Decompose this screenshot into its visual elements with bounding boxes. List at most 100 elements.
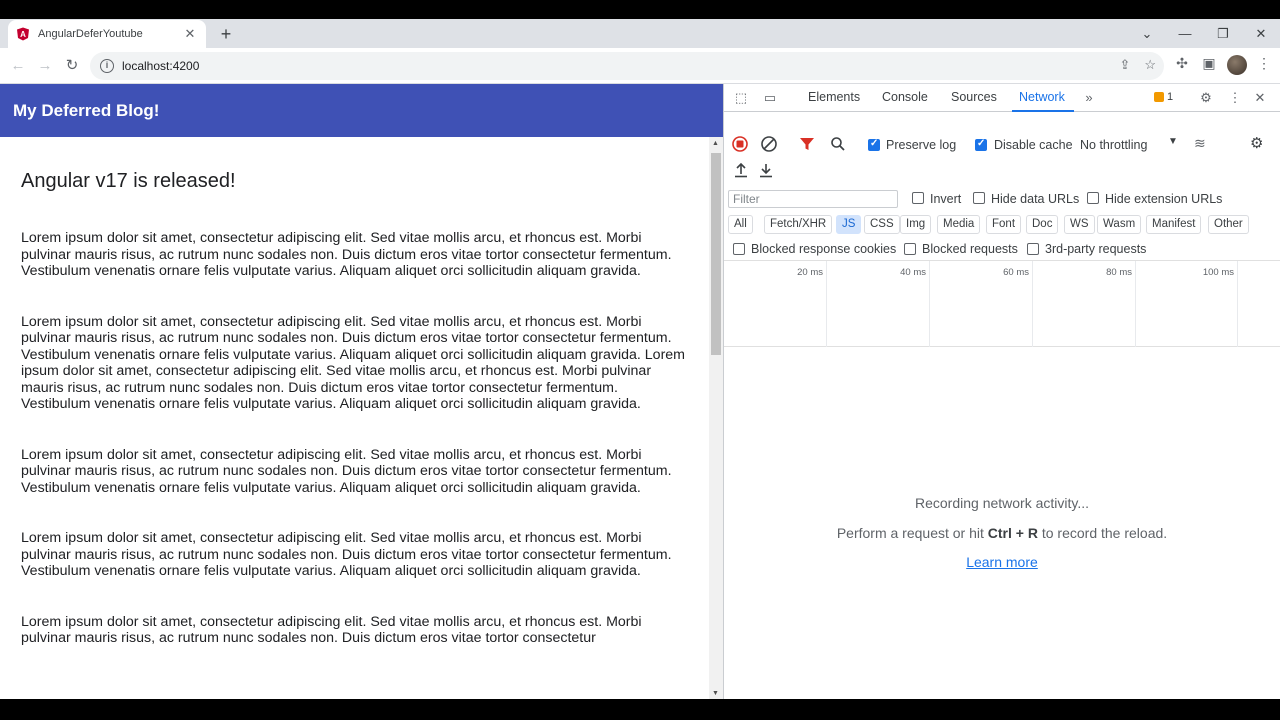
clear-icon[interactable] [760,135,778,153]
tab-search-icon[interactable]: ⌄ [1133,23,1161,45]
type-filter-fetch-xhr[interactable]: Fetch/XHR [764,215,833,234]
settings-gear-icon[interactable]: ⚙ [1197,90,1215,106]
blocked-requests-checkbox[interactable] [904,243,916,255]
network-conditions-icon[interactable]: ≋ [1194,135,1206,152]
type-filter-css[interactable]: CSS [864,215,900,234]
type-filter-font[interactable]: Font [986,215,1022,234]
network-settings-gear-icon[interactable]: ⚙ [1250,134,1263,152]
recording-message: Recording network activity... [914,495,1090,511]
preserve-log-label: Preserve log [886,138,957,152]
filter-input[interactable]: Filter [728,190,898,208]
forward-button[interactable]: → [34,55,56,77]
side-panel-icon[interactable]: ▣ [1199,55,1219,72]
invert-label: Invert [930,192,962,206]
blocked-response-cookies-label: Blocked response cookies [751,242,897,256]
back-button[interactable]: ← [7,55,29,77]
post-paragraph: Lorem ipsum dolor sit amet, consectetur … [21,613,642,647]
post-paragraph: Lorem ipsum dolor sit amet, consectetur … [21,530,672,579]
preserve-log-checkbox[interactable] [868,138,880,151]
app-title: My Deferred Blog! [13,101,160,120]
record-stop-icon[interactable] [731,135,749,153]
blocked-response-cookies-checkbox[interactable] [733,243,745,255]
type-filter-doc[interactable]: Doc [1026,215,1059,234]
third-party-requests-checkbox[interactable] [1027,243,1039,255]
post-paragraph: Lorem ipsum dolor sit amet, consectetur … [21,230,672,279]
app-toolbar: My Deferred Blog! [0,84,723,137]
type-filter-manifest[interactable]: Manifest [1146,215,1202,234]
tab-close-icon[interactable]: ✕ [182,26,198,42]
hide-data-urls-checkbox[interactable] [973,192,985,204]
timeline-tick: 60 ms [930,261,1033,347]
issues-count: 1 [1167,91,1174,103]
web-page: My Deferred Blog! Angular v17 is release… [0,84,723,699]
share-icon[interactable]: ⇪ [1119,57,1130,73]
reload-button[interactable]: ↻ [61,55,83,77]
disable-cache-label: Disable cache [994,138,1073,152]
type-filter-wasm[interactable]: Wasm [1097,215,1142,234]
timeline-tick: 100 ms [1136,261,1238,347]
post-paragraph: Lorem ipsum dolor sit amet, consectetur … [21,313,686,413]
throttling-select[interactable]: No throttling [1080,138,1147,152]
type-filter-other[interactable]: Other [1208,215,1249,234]
type-filter-js[interactable]: JS [836,215,862,234]
filter-icon[interactable] [799,136,815,152]
url-text: localhost:4200 [122,59,200,73]
device-toolbar-icon[interactable]: ▭ [761,90,779,106]
more-tabs-icon[interactable]: » [1080,90,1098,105]
search-icon[interactable] [829,135,847,153]
hide-extension-urls-checkbox[interactable] [1087,192,1099,204]
inspect-element-icon[interactable]: ⬚ [732,90,750,106]
network-overview-timeline[interactable]: 20 ms 40 ms 60 ms 80 ms 100 ms [724,260,1280,347]
timeline-tick: 40 ms [827,261,930,347]
page-scrollbar[interactable]: ▲ ▼ [709,137,723,699]
type-filter-ws[interactable]: WS [1064,215,1095,234]
close-devtools-icon[interactable]: ✕ [1251,90,1269,106]
minimize-button[interactable]: — [1171,23,1199,45]
devtools-tab-bar: ⬚ ▭ Elements Console Sources Network » 1… [724,84,1280,112]
invert-checkbox[interactable] [912,192,924,204]
tab-title: AngularDeferYoutube [38,28,143,40]
restore-button[interactable]: ❐ [1209,23,1237,45]
blog-post: Angular v17 is released! Lorem ipsum dol… [21,137,691,699]
tab-elements[interactable]: Elements [808,90,860,104]
active-tab-indicator [1012,110,1074,112]
type-filter-all[interactable]: All [728,215,753,234]
third-party-requests-label: 3rd-party requests [1045,242,1147,256]
browser-toolbar: ← → ↻ i localhost:4200 ⇪ ☆ ✣ ▣ ⋮ [0,48,1280,84]
timeline-tick: 20 ms [724,261,827,347]
scroll-down-icon[interactable]: ▼ [712,690,719,697]
blocked-requests-label: Blocked requests [922,242,1018,256]
throttling-dropdown-icon[interactable]: ▼ [1168,136,1178,147]
site-info-icon[interactable]: i [100,59,114,73]
import-har-icon[interactable] [733,162,749,178]
shortcut-keys: Ctrl + R [987,525,1038,541]
address-bar[interactable]: i localhost:4200 ⇪ ☆ [90,52,1164,80]
svg-text:A: A [20,30,26,39]
profile-avatar[interactable] [1227,55,1247,75]
new-tab-button[interactable]: + [215,23,237,45]
angular-favicon-icon: A [17,27,29,41]
browser-window: A AngularDeferYoutube ✕ + ⌄ — ❐ ✕ ← → ↻ … [0,19,1280,699]
post-title: Angular v17 is released! [21,170,236,192]
bookmark-star-icon[interactable]: ☆ [1144,57,1156,73]
issues-badge[interactable]: 1 [1154,91,1173,103]
timeline-tick: 80 ms [1033,261,1136,347]
close-window-button[interactable]: ✕ [1247,23,1275,45]
export-har-icon[interactable] [758,162,774,178]
scrollbar-thumb[interactable] [711,153,721,355]
scroll-up-icon[interactable]: ▲ [712,140,719,147]
tab-sources[interactable]: Sources [951,90,997,104]
disable-cache-checkbox[interactable] [975,138,987,151]
hide-data-urls-label: Hide data URLs [991,192,1080,206]
devtools-menu-icon[interactable]: ⋮ [1226,90,1244,106]
hide-extension-urls-label: Hide extension URLs [1105,192,1223,206]
type-filter-media[interactable]: Media [937,215,981,234]
type-filter-img[interactable]: Img [900,215,932,234]
tab-network[interactable]: Network [1019,90,1065,104]
learn-more-link[interactable]: Learn more [724,554,1280,570]
extensions-icon[interactable]: ✣ [1172,55,1192,72]
reload-hint: Perform a request or hit Ctrl + R to rec… [836,525,1168,541]
browser-menu-icon[interactable]: ⋮ [1254,55,1274,72]
browser-tab[interactable]: A AngularDeferYoutube ✕ [8,20,206,48]
tab-console[interactable]: Console [882,90,928,104]
